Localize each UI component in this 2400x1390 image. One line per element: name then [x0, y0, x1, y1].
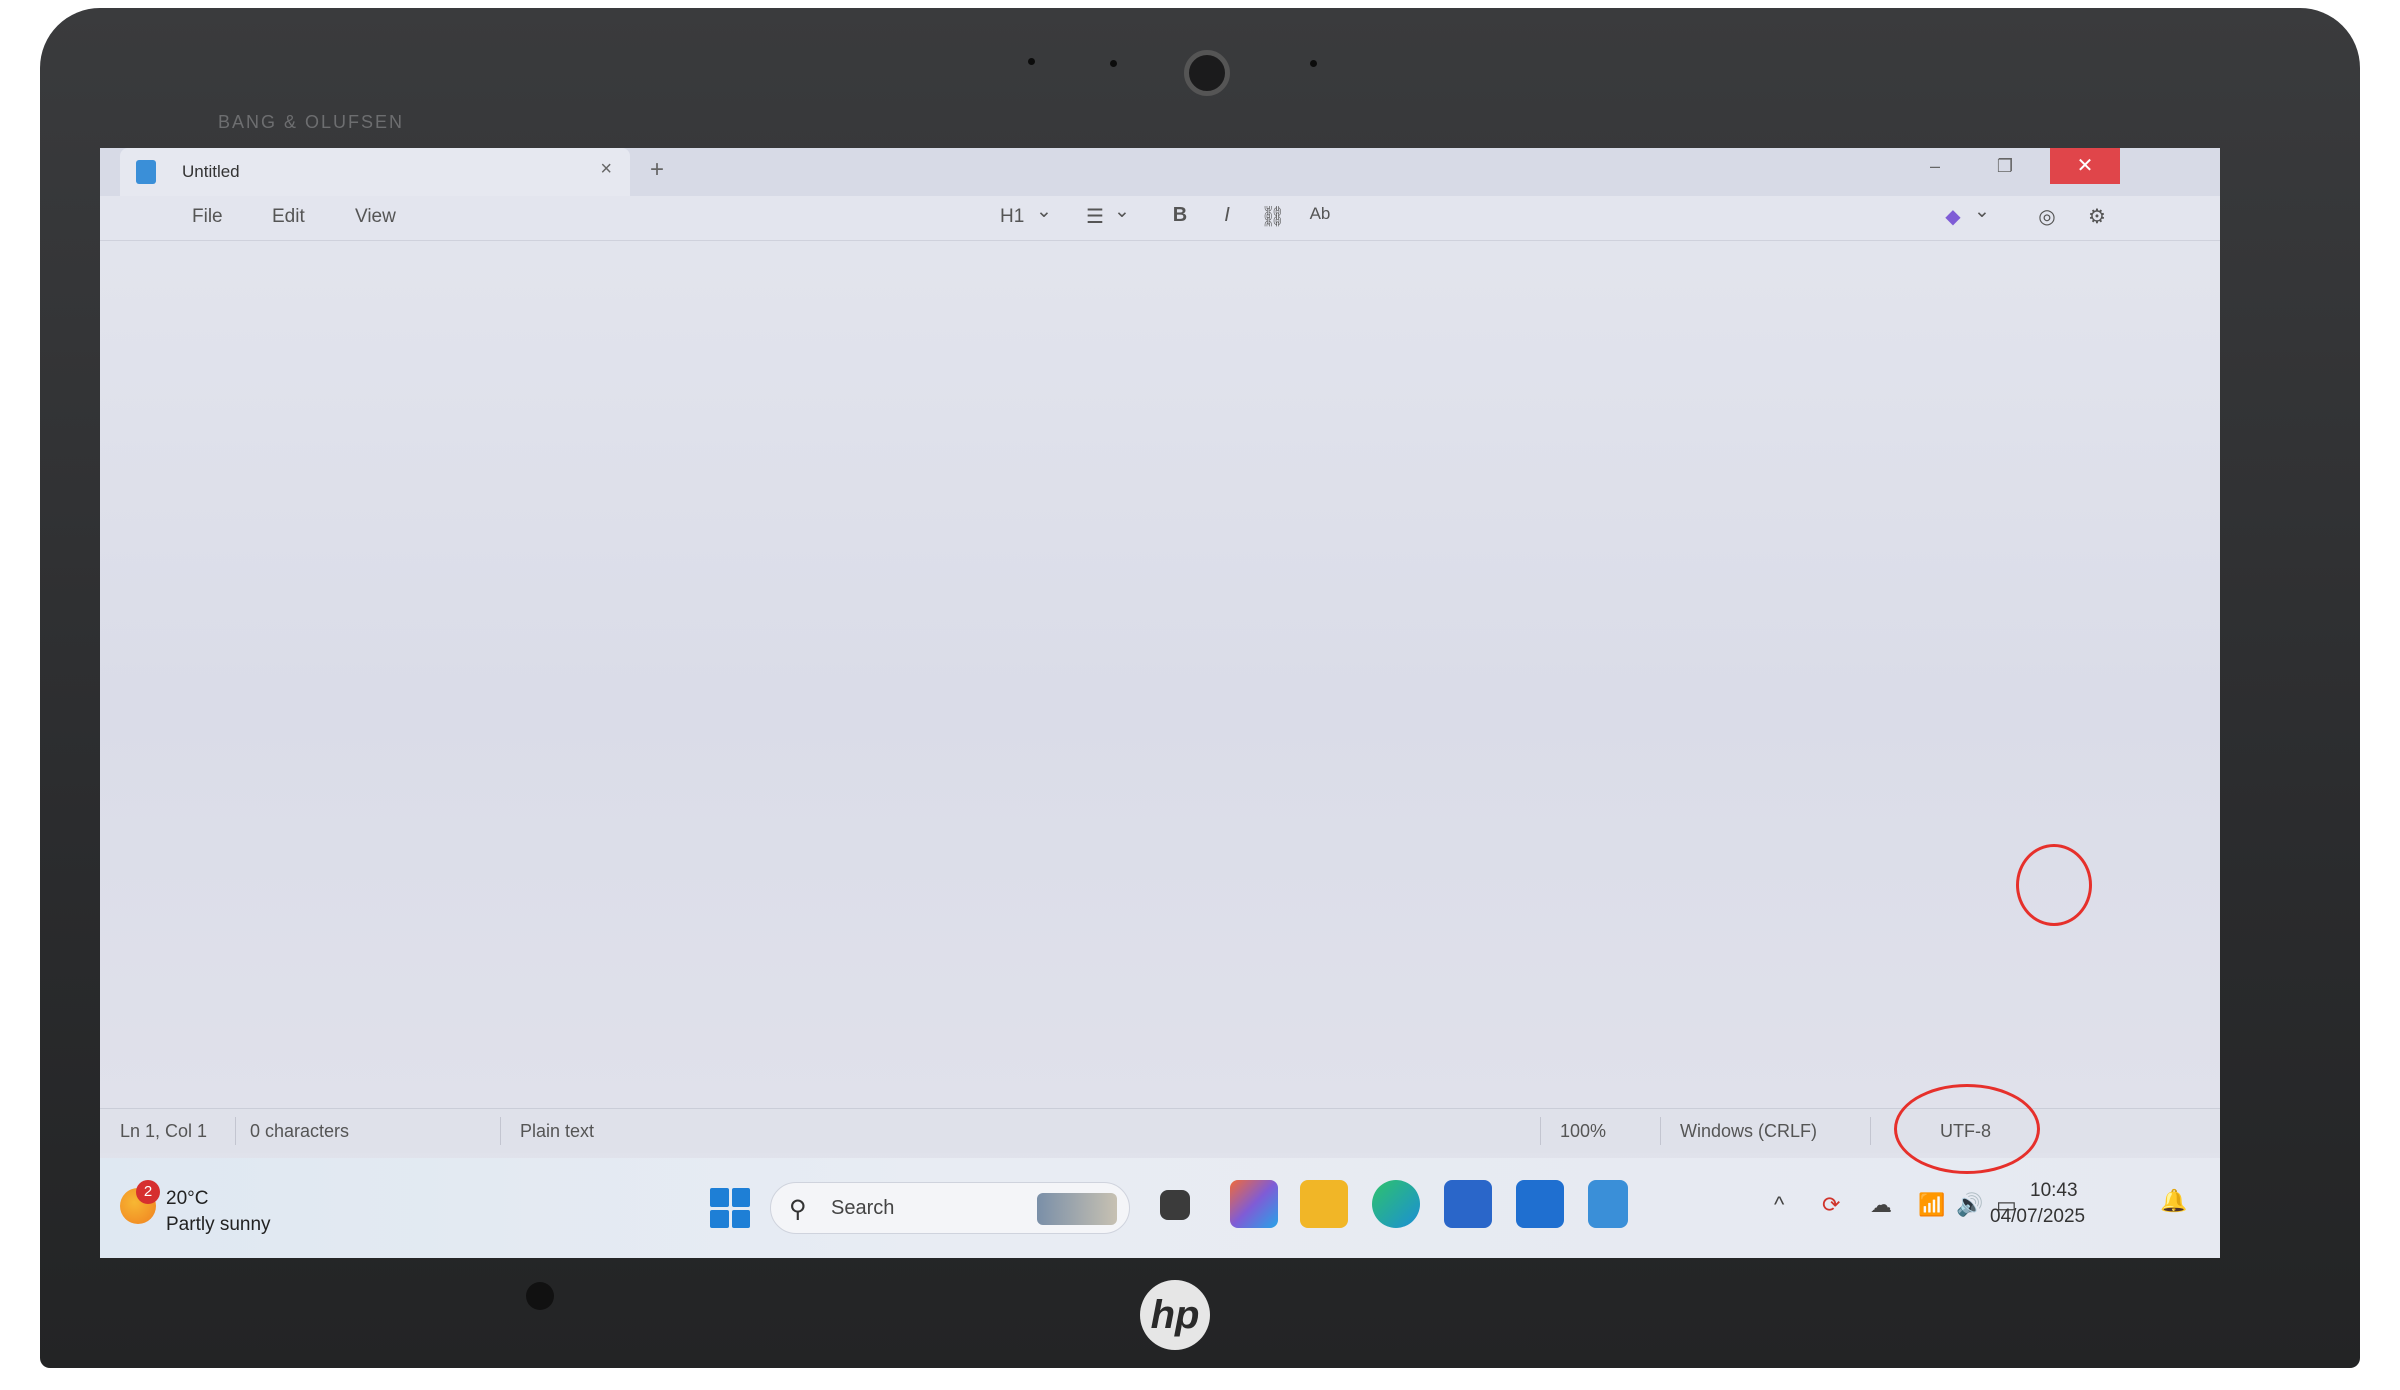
bold-button[interactable]: B — [1165, 204, 1195, 230]
webcam — [1184, 50, 1230, 96]
power-led — [526, 1282, 554, 1310]
title-bar: Untitled × + – ❐ ✕ — [100, 148, 2220, 196]
zoom-level[interactable]: 100% — [1560, 1121, 1606, 1142]
clock-time[interactable]: 10:43 — [2030, 1180, 2078, 1202]
sensor-dot — [1110, 60, 1117, 67]
new-tab-button[interactable]: + — [650, 156, 664, 184]
file-explorer-icon[interactable] — [1300, 1180, 1348, 1228]
laptop-photo: BANG & OLUFSEN hp Untitled × + – ❐ ✕ Fil… — [0, 0, 2400, 1390]
notepad-icon[interactable] — [1588, 1180, 1628, 1228]
sensor-dot — [1310, 60, 1317, 67]
onedrive-icon[interactable]: ☁ — [1870, 1192, 1892, 1218]
menu-file[interactable]: File — [192, 206, 223, 228]
divider — [235, 1117, 236, 1145]
clock-date[interactable]: 04/07/2025 — [1990, 1206, 2085, 1228]
search-icon: ⚲ — [789, 1196, 807, 1223]
divider — [1660, 1117, 1661, 1145]
divider — [1870, 1117, 1871, 1145]
outlook-icon[interactable] — [1516, 1180, 1564, 1228]
chevron-down-icon: ⌄ — [1114, 201, 1130, 222]
minimize-button[interactable]: – — [1900, 148, 1970, 184]
divider — [500, 1117, 501, 1145]
heading-dropdown[interactable]: H1 — [1000, 206, 1024, 228]
sync-icon[interactable]: ⟳ — [1822, 1192, 1840, 1218]
start-button[interactable] — [710, 1188, 750, 1228]
italic-button[interactable]: I — [1212, 204, 1242, 230]
text-editor[interactable] — [100, 241, 2220, 1131]
account-icon[interactable]: ◎ — [2032, 204, 2062, 230]
taskbar-search[interactable]: ⚲ Search — [770, 1182, 1130, 1234]
list-icon[interactable]: ☰ — [1080, 204, 1110, 230]
annotation-circle — [2016, 844, 2092, 926]
search-highlight-image — [1037, 1193, 1117, 1225]
edge-icon[interactable] — [1372, 1180, 1420, 1228]
chevron-down-icon: ⌄ — [1036, 201, 1052, 222]
chevron-down-icon: ⌄ — [1974, 201, 1990, 222]
copilot-icon[interactable]: ◆ — [1938, 204, 1968, 230]
close-button[interactable]: ✕ — [2050, 148, 2120, 184]
hp-logo: hp — [1140, 1280, 1210, 1350]
line-ending[interactable]: Windows (CRLF) — [1680, 1121, 1817, 1142]
divider — [1540, 1117, 1541, 1145]
maximize-button[interactable]: ❐ — [1970, 148, 2040, 184]
menu-bar: File Edit View H1 ⌄ ☰ ⌄ B I ⛓ Ab ◆ ⌄ ◎ ⚙ — [100, 196, 2220, 241]
taskbar: 2 20°C Partly sunny ⚲ Search ^ ⟳ ☁ 📶 🔊 ▭… — [100, 1158, 2220, 1258]
search-placeholder: Search — [831, 1197, 895, 1219]
wifi-icon[interactable]: 📶 — [1918, 1192, 1945, 1218]
annotation-circle — [1894, 1084, 2040, 1174]
spellcheck-icon[interactable]: Ab — [1305, 204, 1335, 230]
settings-icon[interactable]: ⚙ — [2082, 204, 2112, 230]
show-hidden-icons-button[interactable]: ^ — [1774, 1192, 1784, 1218]
tab-untitled[interactable]: Untitled × — [120, 148, 630, 196]
weather-description[interactable]: Partly sunny — [166, 1214, 271, 1236]
weather-temperature[interactable]: 20°C — [166, 1188, 208, 1210]
store-icon[interactable] — [1444, 1180, 1492, 1228]
cursor-position: Ln 1, Col 1 — [120, 1121, 208, 1141]
notification-bell-icon[interactable]: 🔔 — [2160, 1188, 2187, 1214]
copilot-icon[interactable] — [1230, 1180, 1278, 1228]
menu-edit[interactable]: Edit — [272, 206, 305, 228]
bezel-brand: BANG & OLUFSEN — [218, 112, 405, 132]
tab-close-icon[interactable]: × — [600, 158, 612, 181]
notepad-icon — [136, 160, 156, 184]
tab-title: Untitled — [182, 162, 240, 181]
menu-view[interactable]: View — [355, 206, 396, 228]
volume-icon[interactable]: 🔊 — [1956, 1192, 1983, 1218]
format-indicator[interactable]: Plain text — [520, 1121, 594, 1142]
task-view-icon[interactable] — [1160, 1190, 1190, 1220]
screen: Untitled × + – ❐ ✕ File Edit View H1 ⌄ ☰… — [100, 148, 2220, 1258]
weather-badge: 2 — [136, 1180, 160, 1204]
sensor-dot — [1028, 58, 1035, 65]
character-count: 0 characters — [250, 1121, 350, 1141]
link-icon[interactable]: ⛓ — [1258, 204, 1288, 230]
